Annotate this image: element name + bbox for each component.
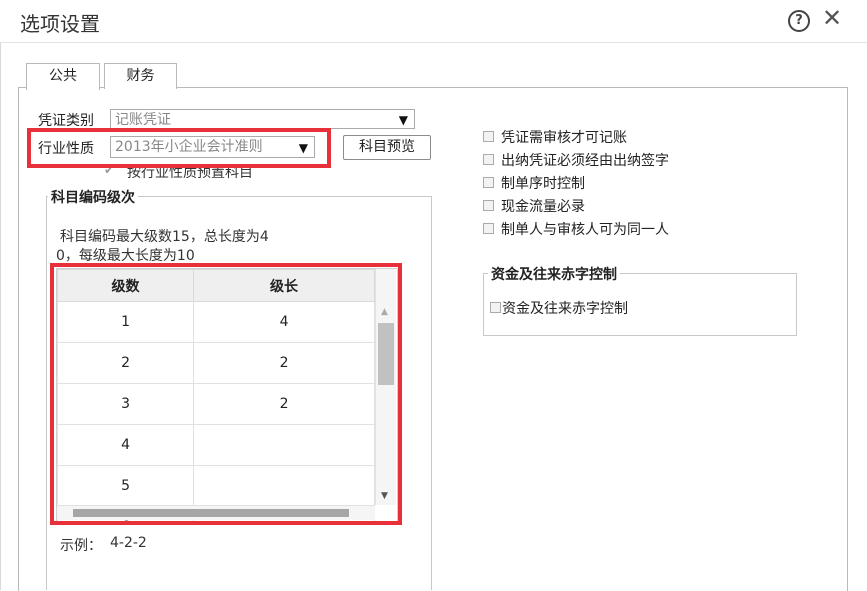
- option-label: 制单人与审核人可为同一人: [501, 222, 669, 238]
- example-label: 示例：: [60, 538, 102, 554]
- coding-legend: 科目编码级次: [48, 187, 138, 207]
- tab-common[interactable]: 公共: [26, 63, 100, 90]
- option-label: 制单序时控制: [501, 176, 585, 192]
- subject-preview-button[interactable]: 科目预览: [343, 135, 431, 160]
- highlight-table: [50, 263, 402, 525]
- dropdown-arrow-icon: ▼: [398, 113, 408, 127]
- voucher-type-select[interactable]: 记账凭证 ▼: [110, 109, 415, 129]
- option-label: 出纳凭证必须经由出纳签字: [501, 153, 669, 169]
- close-icon[interactable]: ✕: [822, 6, 842, 30]
- checkbox-same-person[interactable]: [483, 223, 494, 234]
- title-divider: [0, 42, 867, 43]
- highlight-industry: [27, 128, 331, 168]
- red-control-checkbox-label: 资金及往来赤字控制: [502, 301, 628, 317]
- option-label: 凭证需审核才可记账: [501, 130, 627, 146]
- option-label: 现金流量必录: [501, 199, 585, 215]
- voucher-type-value: 记账凭证: [115, 112, 171, 128]
- help-icon[interactable]: ?: [788, 10, 810, 32]
- dialog-title: 选项设置: [20, 12, 100, 36]
- voucher-type-label: 凭证类别: [38, 113, 94, 129]
- tab-finance[interactable]: 财务: [104, 63, 177, 89]
- example-value: 4-2-2: [110, 535, 147, 551]
- red-control-legend: 资金及往来赤字控制: [488, 264, 620, 284]
- dialog-left-edge: [0, 43, 1, 590]
- checkbox-red-control[interactable]: [490, 302, 501, 313]
- checkbox-cashflow-required[interactable]: [483, 200, 494, 211]
- checkbox-review-required[interactable]: [483, 131, 494, 142]
- checkbox-sequential-control[interactable]: [483, 177, 494, 188]
- coding-desc-line1: 科目编码最大级数15，总长度为4: [60, 229, 269, 245]
- coding-desc-line2: 0，每级最大长度为10: [56, 248, 195, 264]
- checkbox-cashier-sign[interactable]: [483, 154, 494, 165]
